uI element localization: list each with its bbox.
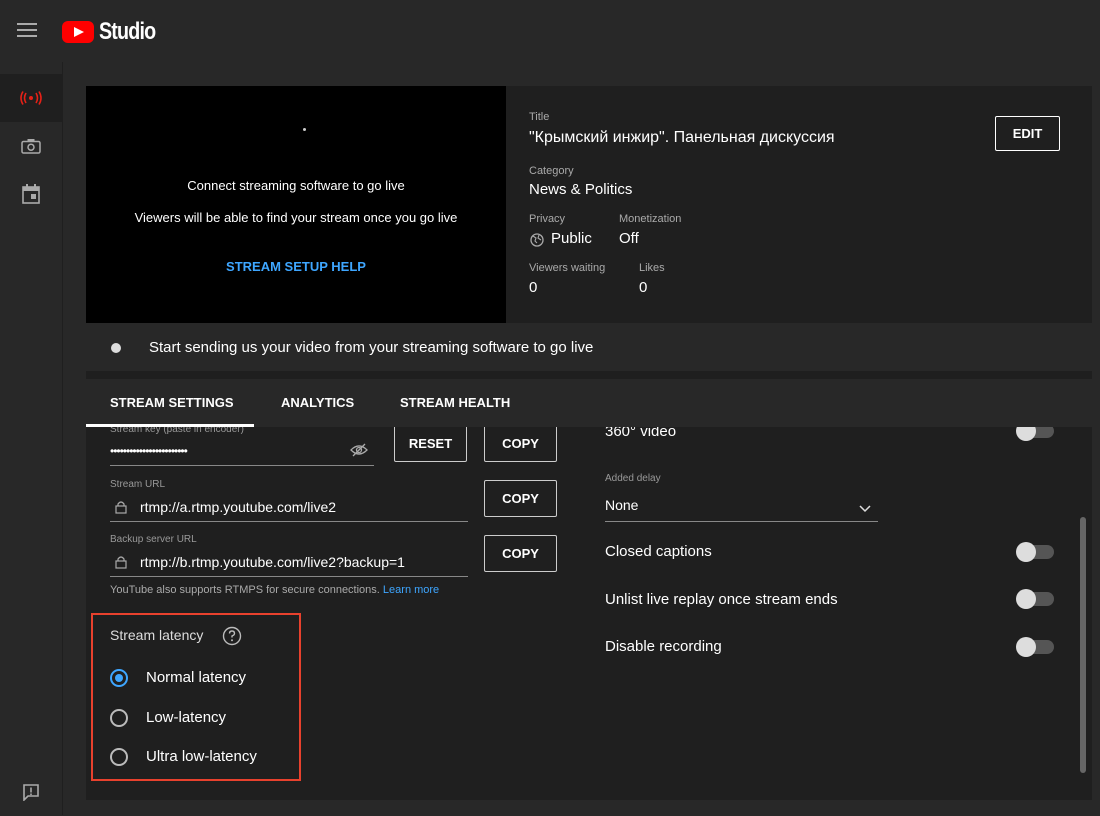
stream-preview: Connect streaming software to go live Vi…	[86, 86, 506, 323]
closed-captions-toggle[interactable]	[1016, 542, 1054, 562]
low-latency-label[interactable]: Low-latency	[146, 709, 226, 726]
logo-text: Studio	[99, 18, 156, 45]
scrollbar[interactable]	[1080, 517, 1086, 773]
monetization-value: Off	[619, 230, 639, 247]
copy-backup-url-button[interactable]: COPY	[484, 535, 557, 572]
tab-stream-settings[interactable]: STREAM SETTINGS	[110, 395, 234, 410]
copy-key-button[interactable]: COPY	[484, 427, 557, 462]
stream-url-underline	[110, 521, 468, 522]
added-delay-label: Added delay	[605, 473, 661, 484]
stream-url-value: rtmp://a.rtmp.youtube.com/live2	[140, 499, 337, 515]
tabs-bar	[86, 379, 1092, 427]
backup-url-underline	[110, 576, 468, 577]
status-indicator-icon	[111, 343, 121, 353]
likes-value: 0	[639, 279, 648, 296]
ultra-low-latency-label[interactable]: Ultra low-latency	[146, 748, 257, 765]
stream-key-underline	[110, 465, 374, 466]
stream-setup-help-link[interactable]: STREAM SETUP HELP	[86, 259, 506, 274]
tab-analytics[interactable]: ANALYTICS	[281, 395, 354, 410]
preview-message-1: Connect streaming software to go live	[187, 178, 405, 193]
live-broadcast-icon	[20, 91, 42, 105]
sidebar-item-webcam[interactable]	[0, 122, 62, 170]
menu-icon[interactable]	[17, 23, 37, 37]
normal-latency-label[interactable]: Normal latency	[146, 669, 246, 686]
copy-url-button[interactable]: COPY	[484, 480, 557, 517]
disable-recording-label: Disable recording	[605, 638, 722, 655]
sidebar-item-stream[interactable]	[0, 74, 62, 122]
added-delay-value[interactable]: None	[605, 497, 638, 513]
disable-recording-toggle[interactable]	[1016, 637, 1054, 657]
viewers-waiting-value: 0	[529, 279, 538, 296]
reset-key-button[interactable]: RESET	[394, 427, 467, 462]
low-latency-radio[interactable]	[110, 709, 128, 727]
latency-title: Stream latency	[110, 627, 204, 643]
globe-icon	[530, 233, 544, 247]
title-label: Title	[529, 111, 550, 123]
viewers-waiting-label: Viewers waiting	[529, 262, 606, 274]
learn-more-link[interactable]: Learn more	[383, 584, 439, 596]
preview-message-2: Viewers will be able to find your stream…	[134, 210, 458, 225]
unlist-replay-label: Unlist live replay once stream ends	[605, 591, 838, 608]
edit-button[interactable]: EDIT	[995, 116, 1060, 151]
video-360-label: 360° video	[605, 427, 677, 440]
lock-icon	[115, 556, 127, 569]
category-label: Category	[529, 165, 574, 177]
sidebar-item-manage[interactable]	[0, 170, 62, 218]
stream-url-label: Stream URL	[110, 479, 166, 490]
normal-latency-radio[interactable]	[110, 669, 128, 687]
rtmps-note-text: YouTube also supports RTMPS for secure c…	[110, 584, 380, 596]
studio-logo[interactable]: Studio	[62, 18, 168, 46]
sidebar-item-feedback[interactable]	[0, 768, 62, 816]
lock-icon	[115, 501, 127, 514]
stream-key-label: Stream key (paste in encoder)	[110, 427, 244, 435]
category-value: News & Politics	[529, 181, 633, 198]
video-360-toggle[interactable]	[1016, 427, 1054, 441]
backup-url-value: rtmp://b.rtmp.youtube.com/live2?backup=1	[140, 554, 405, 570]
tab-stream-health[interactable]: STREAM HEALTH	[400, 395, 510, 410]
rtmps-note: YouTube also supports RTMPS for secure c…	[110, 584, 439, 596]
feedback-icon	[23, 784, 39, 801]
backup-url-label: Backup server URL	[110, 534, 197, 545]
hide-key-icon[interactable]	[350, 443, 368, 457]
likes-label: Likes	[639, 262, 665, 274]
help-icon[interactable]	[222, 626, 242, 646]
added-delay-underline	[605, 521, 878, 522]
camera-icon	[21, 139, 41, 154]
loading-dot	[303, 128, 306, 131]
status-text: Start sending us your video from your st…	[149, 339, 594, 356]
privacy-label: Privacy	[529, 213, 566, 225]
stream-title: "Крымский инжир". Панельная дискуссия	[529, 129, 835, 146]
privacy-value: Public	[551, 230, 592, 247]
unlist-replay-toggle[interactable]	[1016, 589, 1054, 609]
calendar-icon	[22, 184, 40, 204]
ultra-low-latency-radio[interactable]	[110, 748, 128, 766]
closed-captions-label: Closed captions	[605, 543, 712, 560]
youtube-logo-icon	[62, 21, 94, 43]
chevron-down-icon[interactable]	[859, 505, 871, 513]
monetization-label: Monetization	[619, 213, 682, 225]
stream-key-value: ••••••••••••••••••••••••	[110, 444, 188, 458]
